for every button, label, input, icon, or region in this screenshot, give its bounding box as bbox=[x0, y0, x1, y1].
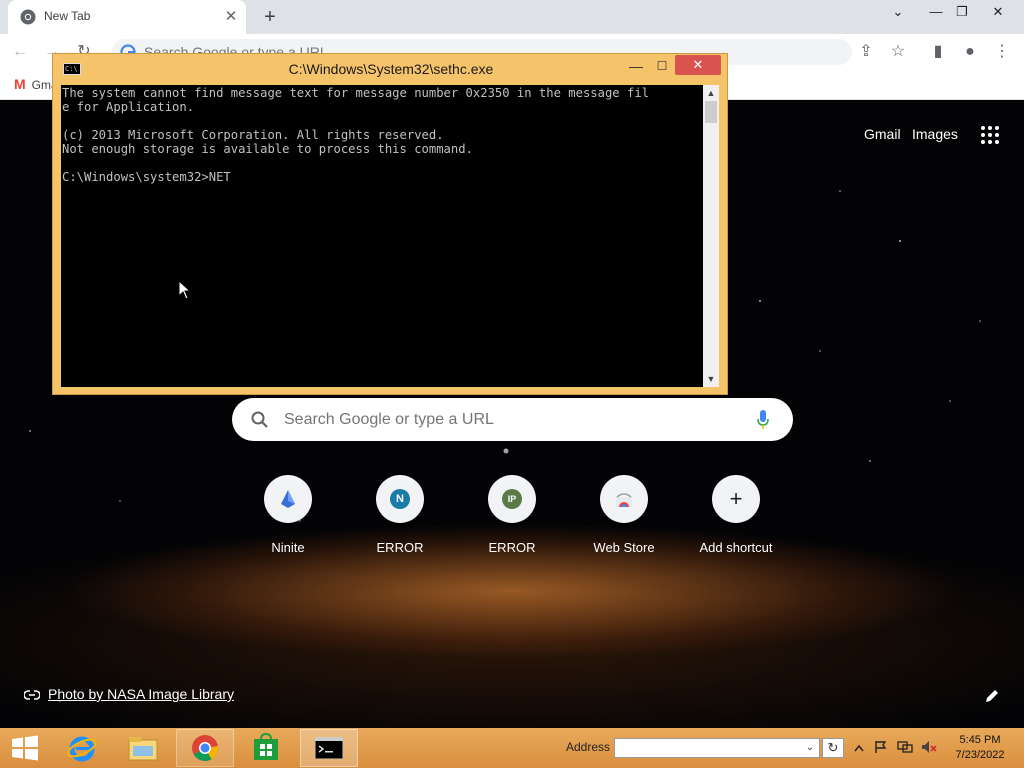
tab-close-icon[interactable]: ✕ bbox=[222, 8, 240, 26]
tab-title: New Tab bbox=[44, 9, 91, 23]
address-dropdown-icon[interactable]: ⌄ bbox=[803, 739, 817, 757]
chrome-icon bbox=[192, 735, 219, 762]
store-icon bbox=[254, 733, 278, 760]
menu-icon[interactable]: ⋮ bbox=[992, 42, 1012, 62]
taskbar-store[interactable] bbox=[238, 729, 296, 767]
address-go-button[interactable]: ↻ bbox=[822, 738, 844, 758]
console-minimize-button[interactable]: — bbox=[623, 56, 649, 78]
mouse-cursor-icon bbox=[178, 280, 190, 300]
tab-new-tab[interactable]: New Tab ✕ bbox=[8, 0, 246, 34]
photo-credit[interactable]: Photo by NASA Image Library bbox=[23, 686, 234, 702]
console-maximize-button[interactable]: ☐ bbox=[649, 56, 675, 78]
shortcut-label: Ninite bbox=[271, 540, 305, 555]
console-close-button[interactable]: ✕ bbox=[675, 55, 721, 75]
taskbar-file-explorer[interactable] bbox=[114, 729, 172, 767]
address-toolbar-input[interactable]: ⌄ bbox=[614, 738, 820, 758]
close-window-button[interactable]: ✕ bbox=[982, 0, 1014, 24]
side-panel-icon[interactable]: ▮ bbox=[928, 42, 948, 62]
scroll-down-icon[interactable]: ▼ bbox=[703, 371, 719, 387]
restore-button[interactable]: ❐ bbox=[946, 0, 978, 24]
images-link[interactable]: Images bbox=[912, 126, 958, 142]
apps-grid-icon[interactable] bbox=[980, 125, 1000, 145]
bookmark-star-icon[interactable]: ☆ bbox=[888, 42, 908, 62]
n-badge-icon: N bbox=[390, 489, 410, 509]
show-hidden-icons-icon[interactable] bbox=[850, 740, 868, 756]
shortcut-label: ERROR bbox=[376, 540, 424, 555]
shortcut-error-ip[interactable]: IP ERROR bbox=[456, 475, 568, 565]
shortcut-web-store[interactable]: Web Store bbox=[568, 475, 680, 565]
console-line: The system cannot find message text for … bbox=[62, 86, 649, 100]
ntp-search-input[interactable] bbox=[282, 410, 722, 430]
console-prompt[interactable]: C:\Windows\system32>NET bbox=[61, 169, 719, 183]
start-button[interactable] bbox=[0, 729, 58, 767]
action-center-flag-icon[interactable] bbox=[872, 740, 890, 756]
shortcut-label: Add shortcut bbox=[699, 540, 773, 555]
console-window: C:\ C:\Windows\System32\sethc.exe — ☐ ✕ … bbox=[52, 53, 728, 395]
console-icon bbox=[315, 737, 343, 759]
console-title-bar[interactable]: C:\ C:\Windows\System32\sethc.exe — ☐ ✕ bbox=[53, 54, 729, 84]
tab-search-icon[interactable]: ⌄ bbox=[882, 0, 914, 24]
taskbar-console[interactable] bbox=[300, 729, 358, 767]
web-store-icon bbox=[616, 493, 632, 507]
shortcut-ninite[interactable]: Ninite bbox=[232, 475, 344, 565]
volume-muted-icon[interactable] bbox=[920, 740, 938, 756]
microphone-icon[interactable] bbox=[756, 409, 770, 431]
plus-icon: + bbox=[729, 486, 743, 511]
system-clock[interactable]: 5:45 PM 7/23/2022 bbox=[948, 733, 1012, 763]
clock-time: 5:45 PM bbox=[959, 734, 1001, 746]
ninite-icon bbox=[281, 490, 295, 508]
share-icon[interactable]: ⇪ bbox=[856, 42, 876, 62]
console-line: Not enough storage is available to proce… bbox=[62, 142, 473, 156]
shortcut-label: Web Store bbox=[593, 540, 655, 555]
network-icon[interactable] bbox=[896, 740, 914, 756]
tab-strip: New Tab ✕ + ⌄ — ❐ ✕ bbox=[0, 0, 1024, 34]
clock-date: 7/23/2022 bbox=[955, 749, 1005, 761]
link-icon bbox=[23, 690, 41, 701]
console-line: e for Application. bbox=[62, 100, 195, 114]
taskbar-chrome[interactable] bbox=[176, 729, 234, 767]
gmail-icon: M bbox=[14, 76, 26, 92]
shortcut-label: ERROR bbox=[488, 540, 536, 555]
chrome-favicon-icon bbox=[20, 9, 36, 25]
console-line bbox=[61, 113, 719, 127]
customize-pencil-icon[interactable] bbox=[984, 688, 1000, 704]
console-scrollbar[interactable]: ▲ ▼ bbox=[703, 85, 719, 387]
windows-logo-icon bbox=[12, 735, 38, 761]
shortcut-error-n[interactable]: N ERROR bbox=[344, 475, 456, 565]
shortcut-add[interactable]: + Add shortcut bbox=[680, 475, 792, 565]
internet-explorer-icon bbox=[67, 736, 97, 762]
taskbar: Address ⌄ ↻ 5:45 PM 7/23/2022 bbox=[0, 728, 1024, 768]
address-toolbar-label: Address bbox=[566, 740, 611, 754]
ntp-search-box[interactable] bbox=[232, 398, 793, 441]
profile-avatar-icon[interactable]: ● bbox=[960, 42, 980, 62]
console-output[interactable]: The system cannot find message text for … bbox=[61, 85, 719, 387]
photo-credit-link[interactable]: Photo by NASA Image Library bbox=[48, 686, 234, 702]
back-icon[interactable]: ← bbox=[10, 42, 30, 62]
search-icon bbox=[251, 411, 268, 428]
console-line: (c) 2013 Microsoft Corporation. All righ… bbox=[62, 128, 444, 142]
taskbar-internet-explorer[interactable] bbox=[54, 729, 112, 767]
ip-badge-icon: IP bbox=[502, 489, 522, 509]
console-line bbox=[61, 155, 719, 169]
scroll-up-icon[interactable]: ▲ bbox=[703, 85, 719, 101]
new-tab-button[interactable]: + bbox=[258, 6, 282, 28]
scroll-thumb[interactable] bbox=[705, 101, 717, 123]
folder-icon bbox=[128, 737, 158, 761]
gmail-link[interactable]: Gmail bbox=[864, 126, 901, 142]
